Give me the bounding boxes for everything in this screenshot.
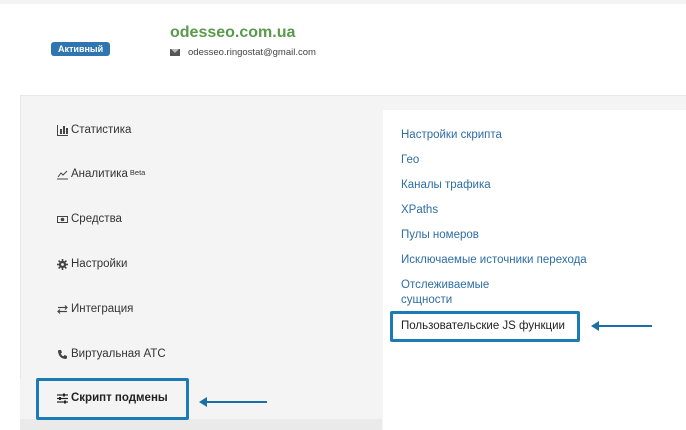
sidebar-highlight-box bbox=[36, 378, 189, 420]
bar-chart-icon bbox=[57, 124, 68, 136]
link-excluded-referrers[interactable]: Исключаемые источники перехода bbox=[401, 253, 587, 268]
sidebar-item-label: Интеграция bbox=[71, 303, 134, 315]
link-geo[interactable]: Гео bbox=[401, 153, 419, 168]
sidebar-item-label: Статистика bbox=[71, 124, 132, 136]
top-divider bbox=[0, 0, 686, 4]
sidebar-item-settings[interactable]: Настройки bbox=[57, 258, 127, 270]
email-row: odesseo.ringostat@gmail.com bbox=[170, 47, 316, 58]
gear-icon bbox=[57, 258, 68, 270]
line-chart-icon bbox=[57, 169, 68, 180]
sidebar-item-virtual-pbx[interactable]: Виртуальная АТС bbox=[57, 348, 166, 360]
link-traffic-channels[interactable]: Каналы трафика bbox=[401, 178, 491, 193]
arrow-left-icon bbox=[591, 321, 652, 331]
sidebar-item-label: Аналитика bbox=[71, 168, 128, 180]
link-script-settings[interactable]: Настройки скрипта bbox=[401, 128, 502, 143]
sidebar-item-funds[interactable]: Средства bbox=[57, 213, 122, 225]
content-panel bbox=[383, 110, 686, 430]
sidebar-item-statistics[interactable]: Статистика bbox=[57, 124, 131, 136]
sidebar-item-integration[interactable]: Интеграция bbox=[57, 303, 133, 315]
site-title[interactable]: odesseo.com.ua bbox=[170, 24, 295, 42]
sidebar-item-analytics[interactable]: Аналитика Beta bbox=[57, 168, 145, 180]
sidebar-bottom-divider bbox=[20, 419, 382, 430]
sidebar-item-label: Настройки bbox=[71, 258, 128, 270]
sidebar-item-label: Виртуальная АТС bbox=[71, 348, 166, 360]
link-xpaths[interactable]: XPaths bbox=[401, 203, 438, 218]
account-email: odesseo.ringostat@gmail.com bbox=[188, 47, 316, 58]
sidebar-item-label: Средства bbox=[71, 213, 122, 225]
status-badge: Активный bbox=[51, 42, 111, 56]
arrow-left-icon bbox=[199, 397, 267, 407]
swap-arrows-icon bbox=[57, 304, 68, 315]
money-icon bbox=[57, 214, 68, 225]
content-highlight-box bbox=[390, 311, 580, 342]
envelope-icon bbox=[170, 49, 180, 56]
phone-icon bbox=[57, 349, 68, 360]
link-number-pools[interactable]: Пулы номеров bbox=[401, 228, 479, 243]
beta-label: Beta bbox=[129, 167, 146, 177]
link-tracked-entities[interactable]: Отслеживаемые сущности bbox=[401, 278, 521, 308]
